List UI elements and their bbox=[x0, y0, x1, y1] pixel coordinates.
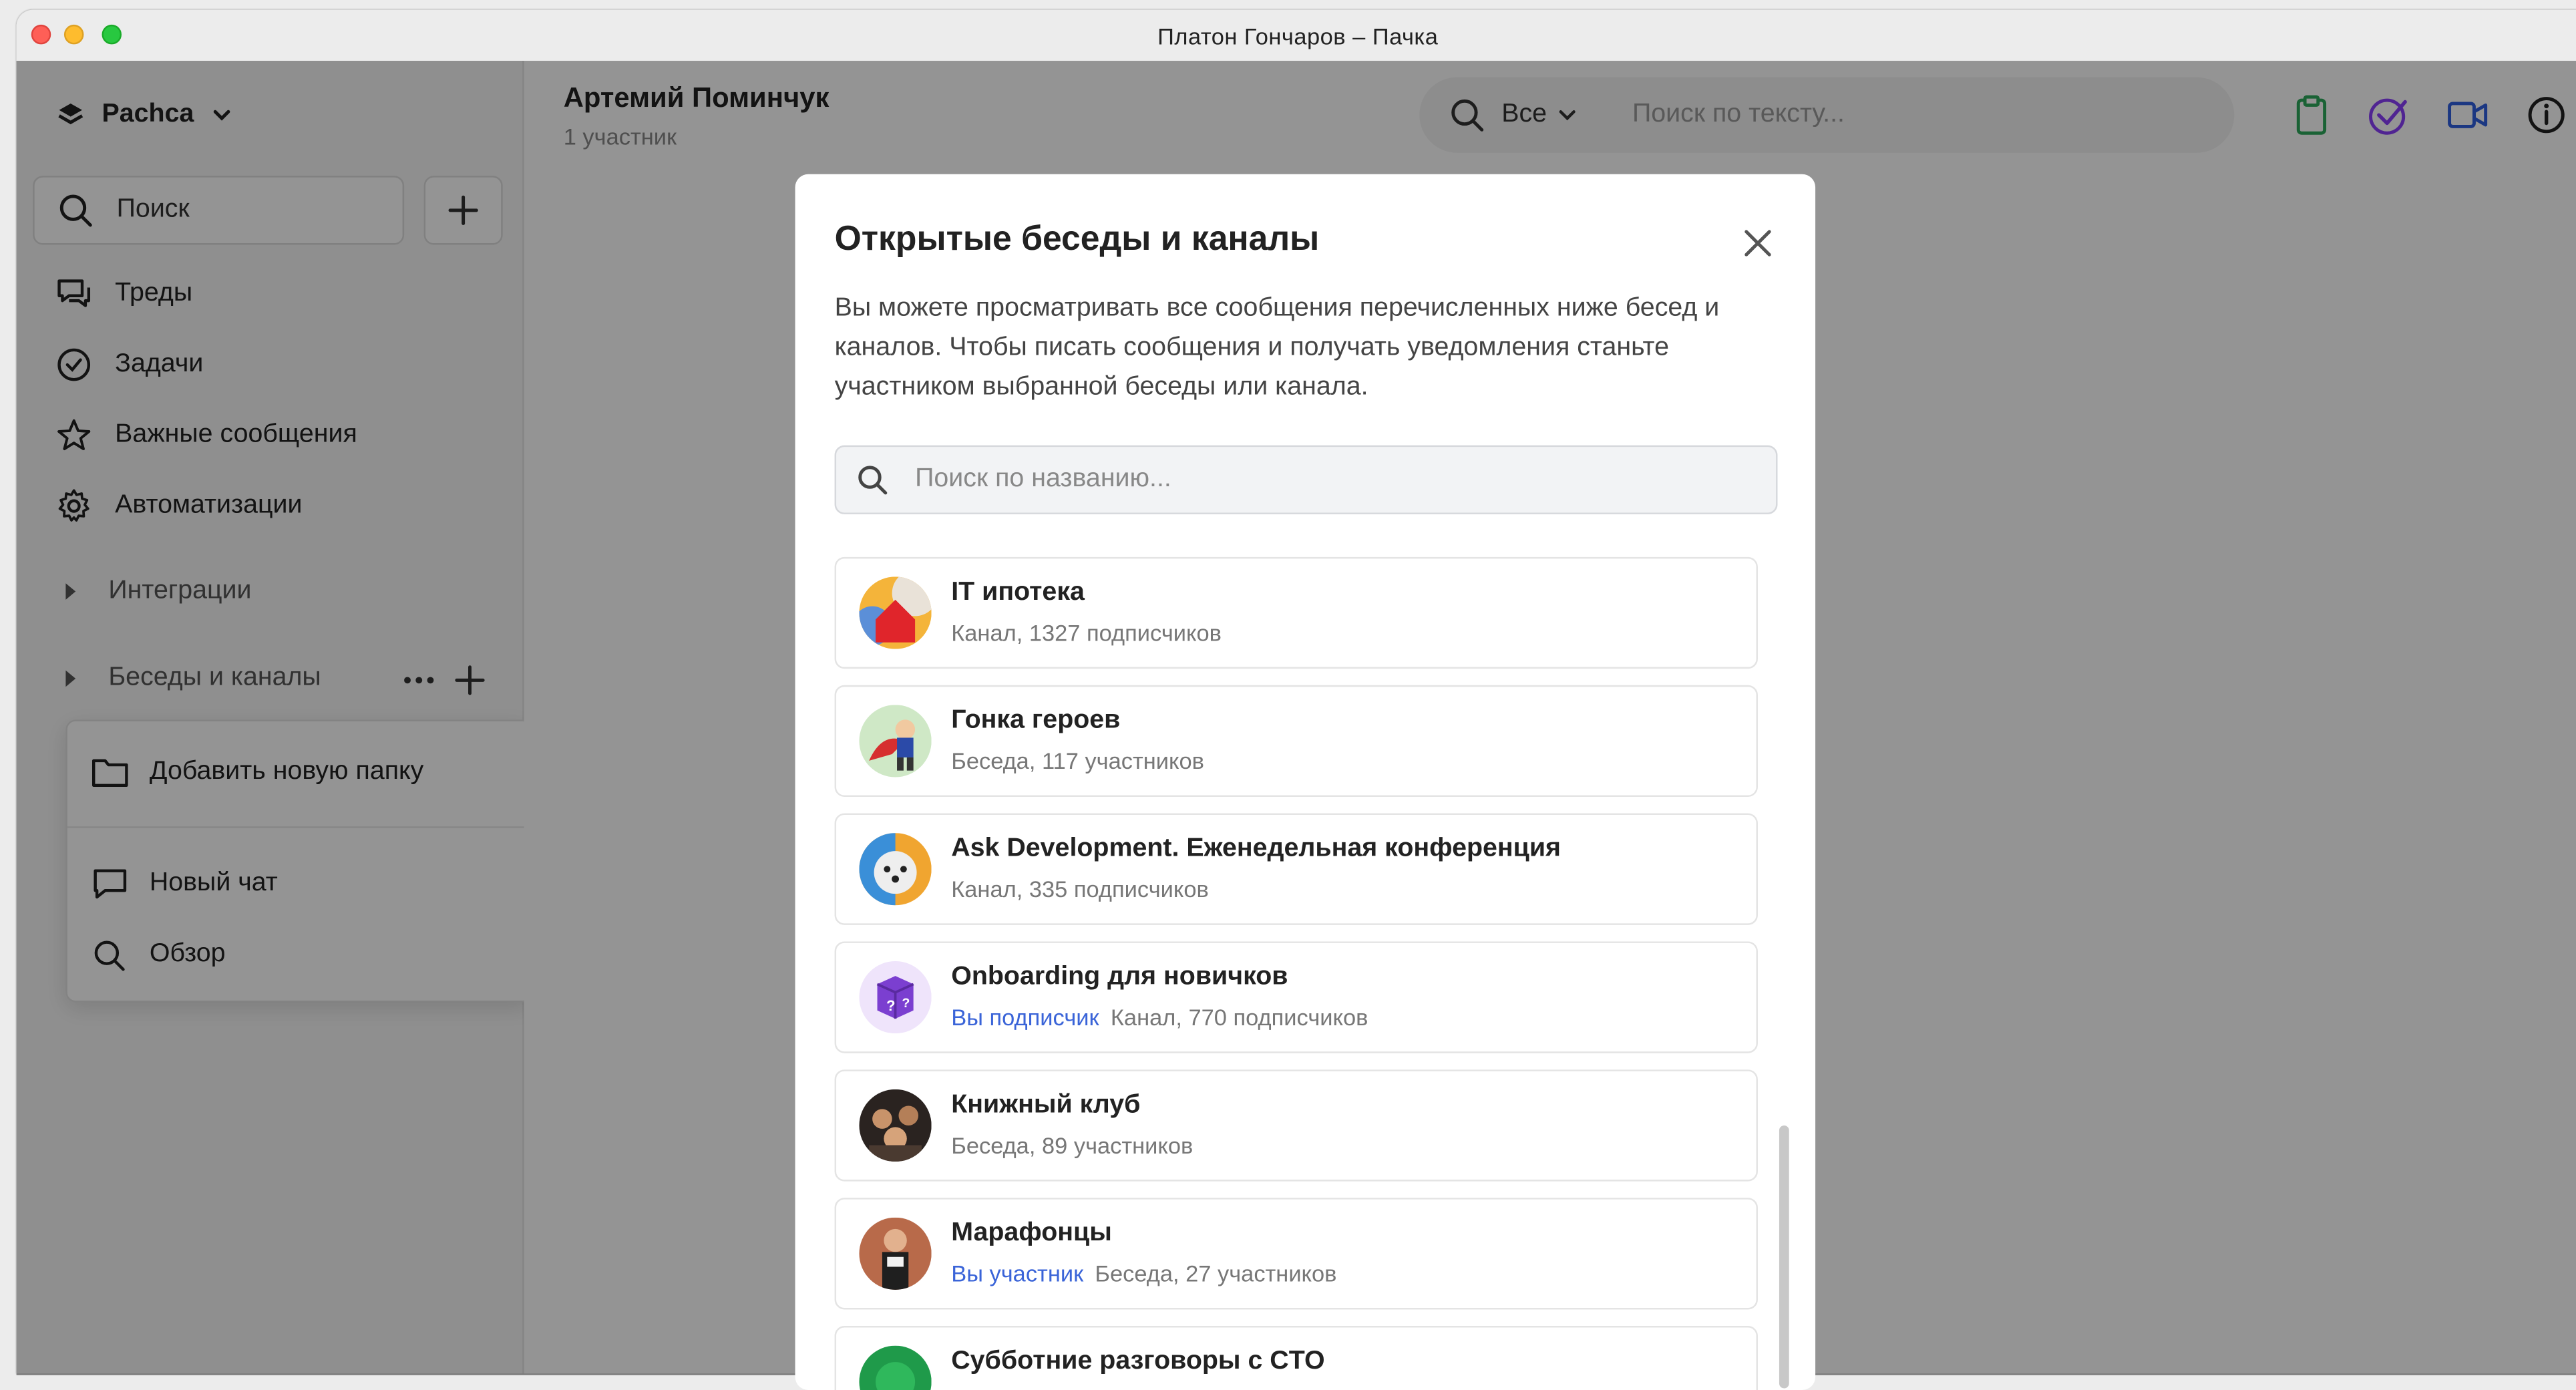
list-item[interactable]: Гонка героев Беседа, 117 участников bbox=[834, 685, 1758, 798]
item-meta: Беседа, 89 участников bbox=[951, 1132, 1193, 1158]
svg-text:?: ? bbox=[886, 997, 896, 1014]
avatar bbox=[859, 833, 932, 906]
item-name: Ask Development. Еженедельная конференци… bbox=[951, 834, 1561, 863]
item-meta-text: Канал, 770 подписчиков bbox=[1110, 1003, 1368, 1031]
list-item[interactable]: IT ипотека Канал, 1327 подписчиков bbox=[834, 556, 1758, 669]
svg-text:?: ? bbox=[902, 996, 910, 1011]
item-meta: Вы участник Беседа, 27 участников bbox=[951, 1260, 1336, 1286]
avatar bbox=[859, 1089, 932, 1162]
window-title: Платон Гончаров – Пачка bbox=[1157, 23, 1439, 49]
modal-title: Открытые беседы и каналы bbox=[834, 220, 1320, 258]
open-chats-modal: Открытые беседы и каналы Вы можете просм… bbox=[795, 174, 1816, 1390]
membership-badge: Вы подписчик bbox=[951, 1003, 1099, 1031]
item-meta: Канал, 335 подписчиков bbox=[951, 876, 1209, 902]
item-meta: Канал, 1327 подписчиков bbox=[951, 619, 1222, 645]
close-icon[interactable] bbox=[1738, 224, 1777, 263]
avatar bbox=[859, 576, 932, 649]
modal-search-placeholder: Поиск по названию... bbox=[915, 465, 1171, 493]
list-item[interactable]: Марафонцы Вы участник Беседа, 27 участник… bbox=[834, 1198, 1758, 1310]
item-meta-text: Беседа, 27 участников bbox=[1095, 1260, 1337, 1287]
item-name: Onboarding для новичков bbox=[951, 963, 1288, 991]
search-icon bbox=[858, 466, 888, 495]
list-item[interactable]: Ask Development. Еженедельная конференци… bbox=[834, 813, 1758, 925]
list-item[interactable]: ? ? Onboarding для новичков Вы подписчик… bbox=[834, 941, 1758, 1053]
title-bar: Платон Гончаров – Пачка bbox=[16, 9, 2576, 63]
item-meta-text: Канал, 335 подписчиков bbox=[951, 876, 1209, 902]
item-meta-text: Беседа, 89 участников bbox=[951, 1132, 1193, 1159]
avatar bbox=[859, 1217, 932, 1290]
membership-badge: Вы участник bbox=[951, 1260, 1084, 1287]
modal-description: Вы можете просматривать все сообщения пе… bbox=[834, 294, 1720, 401]
avatar: ? ? bbox=[859, 961, 932, 1034]
item-name: Гонка героев bbox=[951, 706, 1121, 735]
item-meta: Вы подписчик Канал, 770 подписчиков bbox=[951, 1004, 1368, 1030]
item-meta-text: Беседа, 117 участников bbox=[951, 747, 1204, 774]
avatar bbox=[859, 1345, 932, 1390]
scrollbar-thumb[interactable] bbox=[1779, 1125, 1789, 1389]
item-name: Субботние разговоры с CTO bbox=[951, 1347, 1325, 1375]
list-item[interactable]: Субботние разговоры с CTO bbox=[834, 1326, 1758, 1390]
item-name: IT ипотека bbox=[951, 578, 1085, 606]
modal-search-input[interactable]: Поиск по названию... bbox=[834, 445, 1778, 514]
item-meta-text: Канал, 1327 подписчиков bbox=[951, 619, 1222, 646]
list-item[interactable]: Книжный клуб Беседа, 89 участников bbox=[834, 1069, 1758, 1182]
item-name: Марафонцы bbox=[951, 1219, 1112, 1247]
avatar bbox=[859, 705, 932, 777]
item-meta: Беседа, 117 участников bbox=[951, 747, 1204, 773]
item-name: Книжный клуб bbox=[951, 1091, 1141, 1119]
modal-scrollbar[interactable] bbox=[1779, 1119, 1793, 1390]
